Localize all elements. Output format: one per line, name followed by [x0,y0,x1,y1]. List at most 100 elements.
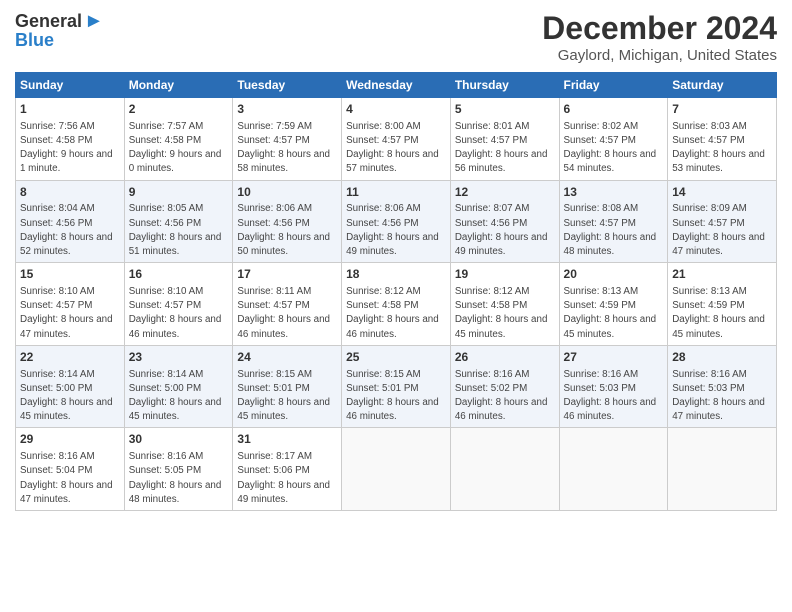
calendar-day: 2 Sunrise: 7:57 AMSunset: 4:58 PMDaylight… [124,98,233,181]
calendar-day: 13 Sunrise: 8:08 AMSunset: 4:57 PMDayligh… [559,180,668,263]
day-number: 3 [237,101,337,118]
calendar-header-tuesday: Tuesday [233,73,342,98]
day-number: 29 [20,431,120,448]
day-number: 15 [20,266,120,283]
logo-arrow: ► [84,10,104,33]
day-number: 30 [129,431,229,448]
day-info: Sunrise: 8:10 AMSunset: 4:57 PMDaylight:… [129,286,222,340]
day-number: 4 [346,101,446,118]
day-number: 7 [672,101,772,118]
calendar-header-wednesday: Wednesday [342,73,451,98]
calendar-day: 4 Sunrise: 8:00 AMSunset: 4:57 PMDaylight… [342,98,451,181]
day-number: 27 [564,349,664,366]
calendar-day: 6Sunrise: 8:02 AMSunset: 4:57 PMDaylight… [559,98,668,181]
calendar-week-5: 29Sunrise: 8:16 AMSunset: 5:04 PMDayligh… [16,428,777,511]
calendar-day: 14 Sunrise: 8:09 AMSunset: 4:57 PMDayligh… [668,180,777,263]
calendar-body: 1 Sunrise: 7:56 AMSunset: 4:58 PMDaylight… [16,98,777,511]
calendar-day: 23Sunrise: 8:14 AMSunset: 5:00 PMDayligh… [124,345,233,428]
day-info: Sunrise: 8:14 AMSunset: 5:00 PMDaylight:… [20,369,113,423]
day-number: 25 [346,349,446,366]
calendar-day: 12Sunrise: 8:07 AMSunset: 4:56 PMDayligh… [450,180,559,263]
day-number: 8 [20,184,120,201]
calendar-day: 21 Sunrise: 8:13 AMSunset: 4:59 PMDayligh… [668,263,777,346]
calendar-week-3: 15 Sunrise: 8:10 AMSunset: 4:57 PMDayligh… [16,263,777,346]
page-header: General ► Blue December 2024 Gaylord, Mi… [15,10,777,64]
calendar-day: 27 Sunrise: 8:16 AMSunset: 5:03 PMDayligh… [559,345,668,428]
day-number: 9 [129,184,229,201]
day-info: Sunrise: 8:00 AMSunset: 4:57 PMDaylight:… [346,121,439,175]
calendar-day: 29Sunrise: 8:16 AMSunset: 5:04 PMDayligh… [16,428,125,511]
calendar-day: 5Sunrise: 8:01 AMSunset: 4:57 PMDaylight… [450,98,559,181]
calendar-day: 16 Sunrise: 8:10 AMSunset: 4:57 PMDayligh… [124,263,233,346]
logo-blue: Blue [15,30,54,51]
day-info: Sunrise: 8:12 AMSunset: 4:58 PMDaylight:… [455,286,548,340]
day-number: 17 [237,266,337,283]
calendar-header-thursday: Thursday [450,73,559,98]
calendar-day: 18Sunrise: 8:12 AMSunset: 4:58 PMDayligh… [342,263,451,346]
calendar-day [450,428,559,511]
calendar-day [559,428,668,511]
day-number: 14 [672,184,772,201]
day-number: 21 [672,266,772,283]
day-info: Sunrise: 8:09 AMSunset: 4:57 PMDaylight:… [672,203,765,257]
day-info: Sunrise: 8:16 AMSunset: 5:03 PMDaylight:… [564,369,657,423]
day-number: 11 [346,184,446,201]
day-info: Sunrise: 7:56 AMSunset: 4:58 PMDaylight:… [20,121,113,175]
day-number: 20 [564,266,664,283]
calendar-day: 7 Sunrise: 8:03 AMSunset: 4:57 PMDaylight… [668,98,777,181]
calendar-day [342,428,451,511]
day-info: Sunrise: 8:13 AMSunset: 4:59 PMDaylight:… [564,286,657,340]
day-number: 5 [455,101,555,118]
day-number: 26 [455,349,555,366]
day-info: Sunrise: 8:16 AMSunset: 5:05 PMDaylight:… [129,451,222,505]
logo-general: General [15,11,82,32]
calendar-header-saturday: Saturday [668,73,777,98]
day-number: 1 [20,101,120,118]
calendar-day: 25 Sunrise: 8:15 AMSunset: 5:01 PMDayligh… [342,345,451,428]
calendar-day: 15Sunrise: 8:10 AMSunset: 4:57 PMDayligh… [16,263,125,346]
calendar-header-friday: Friday [559,73,668,98]
day-info: Sunrise: 8:15 AMSunset: 5:01 PMDaylight:… [346,369,439,423]
calendar-day: 3 Sunrise: 7:59 AMSunset: 4:57 PMDaylight… [233,98,342,181]
day-info: Sunrise: 7:59 AMSunset: 4:57 PMDaylight:… [237,121,330,175]
calendar-week-2: 8 Sunrise: 8:04 AMSunset: 4:56 PMDaylight… [16,180,777,263]
day-info: Sunrise: 8:11 AMSunset: 4:57 PMDaylight:… [237,286,330,340]
calendar-day: 1 Sunrise: 7:56 AMSunset: 4:58 PMDaylight… [16,98,125,181]
day-info: Sunrise: 8:03 AMSunset: 4:57 PMDaylight:… [672,121,765,175]
calendar-day: 10Sunrise: 8:06 AMSunset: 4:56 PMDayligh… [233,180,342,263]
calendar-subtitle: Gaylord, Michigan, United States [542,47,777,64]
day-info: Sunrise: 8:16 AMSunset: 5:02 PMDaylight:… [455,369,548,423]
calendar-day: 8 Sunrise: 8:04 AMSunset: 4:56 PMDaylight… [16,180,125,263]
day-info: Sunrise: 8:07 AMSunset: 4:56 PMDaylight:… [455,203,548,257]
calendar-day: 31 Sunrise: 8:17 AMSunset: 5:06 PMDayligh… [233,428,342,511]
day-info: Sunrise: 8:08 AMSunset: 4:57 PMDaylight:… [564,203,657,257]
calendar-day: 17 Sunrise: 8:11 AMSunset: 4:57 PMDayligh… [233,263,342,346]
day-info: Sunrise: 8:04 AMSunset: 4:56 PMDaylight:… [20,203,113,257]
calendar-day: 22Sunrise: 8:14 AMSunset: 5:00 PMDayligh… [16,345,125,428]
calendar-day: 20 Sunrise: 8:13 AMSunset: 4:59 PMDayligh… [559,263,668,346]
day-number: 16 [129,266,229,283]
calendar-day: 26 Sunrise: 8:16 AMSunset: 5:02 PMDayligh… [450,345,559,428]
day-number: 2 [129,101,229,118]
calendar-day: 28Sunrise: 8:16 AMSunset: 5:03 PMDayligh… [668,345,777,428]
calendar-week-1: 1 Sunrise: 7:56 AMSunset: 4:58 PMDaylight… [16,98,777,181]
day-number: 23 [129,349,229,366]
calendar-day [668,428,777,511]
day-info: Sunrise: 8:17 AMSunset: 5:06 PMDaylight:… [237,451,330,505]
day-number: 19 [455,266,555,283]
day-info: Sunrise: 8:15 AMSunset: 5:01 PMDaylight:… [237,369,330,423]
calendar-day: 19 Sunrise: 8:12 AMSunset: 4:58 PMDayligh… [450,263,559,346]
day-number: 13 [564,184,664,201]
day-info: Sunrise: 8:13 AMSunset: 4:59 PMDaylight:… [672,286,765,340]
calendar-title: December 2024 [542,10,777,47]
calendar-week-4: 22Sunrise: 8:14 AMSunset: 5:00 PMDayligh… [16,345,777,428]
calendar-day: 24Sunrise: 8:15 AMSunset: 5:01 PMDayligh… [233,345,342,428]
day-info: Sunrise: 7:57 AMSunset: 4:58 PMDaylight:… [129,121,222,175]
day-info: Sunrise: 8:06 AMSunset: 4:56 PMDaylight:… [346,203,439,257]
day-number: 6 [564,101,664,118]
calendar-day: 11 Sunrise: 8:06 AMSunset: 4:56 PMDayligh… [342,180,451,263]
day-info: Sunrise: 8:05 AMSunset: 4:56 PMDaylight:… [129,203,222,257]
day-number: 31 [237,431,337,448]
calendar-table: SundayMondayTuesdayWednesdayThursdayFrid… [15,72,777,511]
day-number: 10 [237,184,337,201]
